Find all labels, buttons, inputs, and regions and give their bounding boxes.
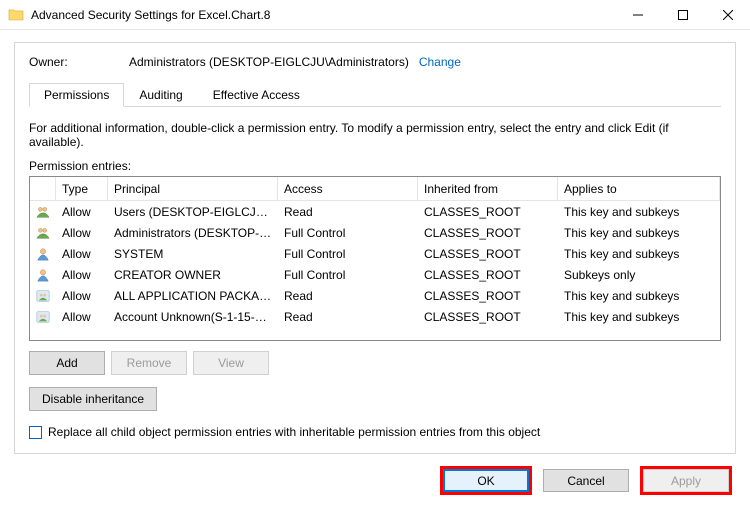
cell-inherited: CLASSES_ROOT [418, 310, 558, 324]
view-button: View [193, 351, 269, 375]
minimize-button[interactable] [615, 0, 660, 30]
table-row[interactable]: AllowAccount Unknown(S-1-15-3-...ReadCLA… [30, 306, 720, 327]
cell-access: Read [278, 310, 418, 324]
col-applies[interactable]: Applies to [558, 177, 720, 200]
cell-principal: ALL APPLICATION PACKAGES [108, 289, 278, 303]
cell-principal: Users (DESKTOP-EIGLCJU\Use... [108, 205, 278, 219]
principal-icon [30, 289, 56, 303]
cell-inherited: CLASSES_ROOT [418, 205, 558, 219]
window-title: Advanced Security Settings for Excel.Cha… [31, 8, 615, 22]
owner-label: Owner: [29, 55, 129, 69]
replace-children-checkbox[interactable] [29, 426, 42, 439]
change-owner-link[interactable]: Change [419, 55, 461, 69]
info-text: For additional information, double-click… [29, 121, 721, 149]
cell-access: Read [278, 205, 418, 219]
tab-effective-access[interactable]: Effective Access [198, 83, 315, 107]
cell-principal: Account Unknown(S-1-15-3-... [108, 310, 278, 324]
principal-icon [30, 247, 56, 261]
col-type[interactable]: Type [56, 177, 108, 200]
maximize-button[interactable] [660, 0, 705, 30]
close-button[interactable] [705, 0, 750, 30]
replace-children-label: Replace all child object permission entr… [48, 425, 540, 439]
cell-type: Allow [56, 289, 108, 303]
col-access[interactable]: Access [278, 177, 418, 200]
add-button[interactable]: Add [29, 351, 105, 375]
ok-button[interactable]: OK [443, 469, 529, 492]
folder-icon [8, 7, 24, 23]
cell-inherited: CLASSES_ROOT [418, 226, 558, 240]
cell-access: Full Control [278, 247, 418, 261]
permission-table[interactable]: Type Principal Access Inherited from App… [29, 176, 721, 341]
cell-inherited: CLASSES_ROOT [418, 289, 558, 303]
cell-inherited: CLASSES_ROOT [418, 268, 558, 282]
cell-type: Allow [56, 310, 108, 324]
table-row[interactable]: AllowAdministrators (DESKTOP-EIG...Full … [30, 222, 720, 243]
cell-applies: This key and subkeys [558, 205, 720, 219]
apply-button: Apply [643, 469, 729, 492]
cell-principal: CREATOR OWNER [108, 268, 278, 282]
col-principal[interactable]: Principal [108, 177, 278, 200]
cell-applies: This key and subkeys [558, 226, 720, 240]
cell-applies: This key and subkeys [558, 247, 720, 261]
cell-access: Full Control [278, 268, 418, 282]
principal-icon [30, 310, 56, 324]
cell-access: Read [278, 289, 418, 303]
tab-permissions[interactable]: Permissions [29, 83, 124, 107]
cell-type: Allow [56, 247, 108, 261]
disable-inheritance-button[interactable]: Disable inheritance [29, 387, 157, 411]
cell-type: Allow [56, 205, 108, 219]
table-row[interactable]: AllowUsers (DESKTOP-EIGLCJU\Use...ReadCL… [30, 201, 720, 222]
apply-highlight: Apply [640, 466, 732, 495]
tab-auditing[interactable]: Auditing [124, 83, 197, 107]
table-row[interactable]: AllowALL APPLICATION PACKAGESReadCLASSES… [30, 285, 720, 306]
principal-icon [30, 205, 56, 219]
cell-applies: Subkeys only [558, 268, 720, 282]
cell-principal: Administrators (DESKTOP-EIG... [108, 226, 278, 240]
principal-icon [30, 226, 56, 240]
cell-access: Full Control [278, 226, 418, 240]
owner-value: Administrators (DESKTOP-EIGLCJU\Administ… [129, 55, 409, 69]
cell-inherited: CLASSES_ROOT [418, 247, 558, 261]
cell-applies: This key and subkeys [558, 289, 720, 303]
table-header: Type Principal Access Inherited from App… [30, 177, 720, 201]
entries-label: Permission entries: [29, 159, 721, 173]
tabs: Permissions Auditing Effective Access [29, 83, 721, 107]
cancel-button[interactable]: Cancel [543, 469, 629, 492]
main-panel: Owner: Administrators (DESKTOP-EIGLCJU\A… [14, 42, 736, 454]
cell-type: Allow [56, 226, 108, 240]
table-row[interactable]: AllowCREATOR OWNERFull ControlCLASSES_RO… [30, 264, 720, 285]
table-row[interactable]: AllowSYSTEMFull ControlCLASSES_ROOTThis … [30, 243, 720, 264]
ok-highlight: OK [440, 466, 532, 495]
titlebar: Advanced Security Settings for Excel.Cha… [0, 0, 750, 30]
cell-applies: This key and subkeys [558, 310, 720, 324]
cell-principal: SYSTEM [108, 247, 278, 261]
remove-button: Remove [111, 351, 187, 375]
principal-icon [30, 268, 56, 282]
col-inherited[interactable]: Inherited from [418, 177, 558, 200]
cell-type: Allow [56, 268, 108, 282]
